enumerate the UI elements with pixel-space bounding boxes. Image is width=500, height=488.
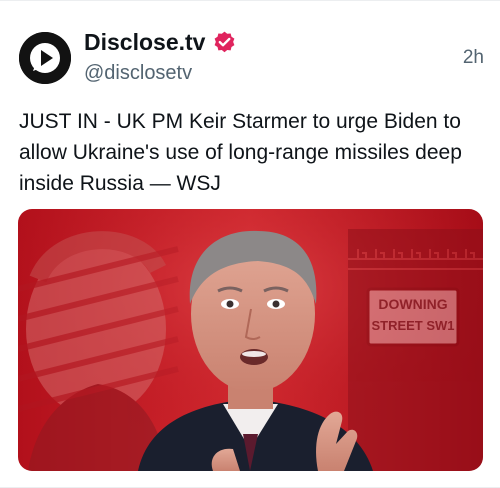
sign-line-1: DOWNING [378,296,447,312]
author-row: Disclose.tv [84,27,237,57]
disclose-play-logo-icon[interactable] [19,32,71,84]
post-media-image[interactable]: DOWNING STREET SW1 [18,209,483,471]
post-text: JUST IN - UK PM Keir Starmer to urge Bid… [19,110,462,195]
author-name[interactable]: Disclose.tv [84,27,205,57]
sign-line-2: STREET SW1 [371,318,454,333]
verified-badge-icon [215,31,235,52]
top-divider [0,0,500,1]
author-handle[interactable]: @disclosetv [84,60,192,86]
post-timestamp[interactable]: 2h [463,46,484,70]
